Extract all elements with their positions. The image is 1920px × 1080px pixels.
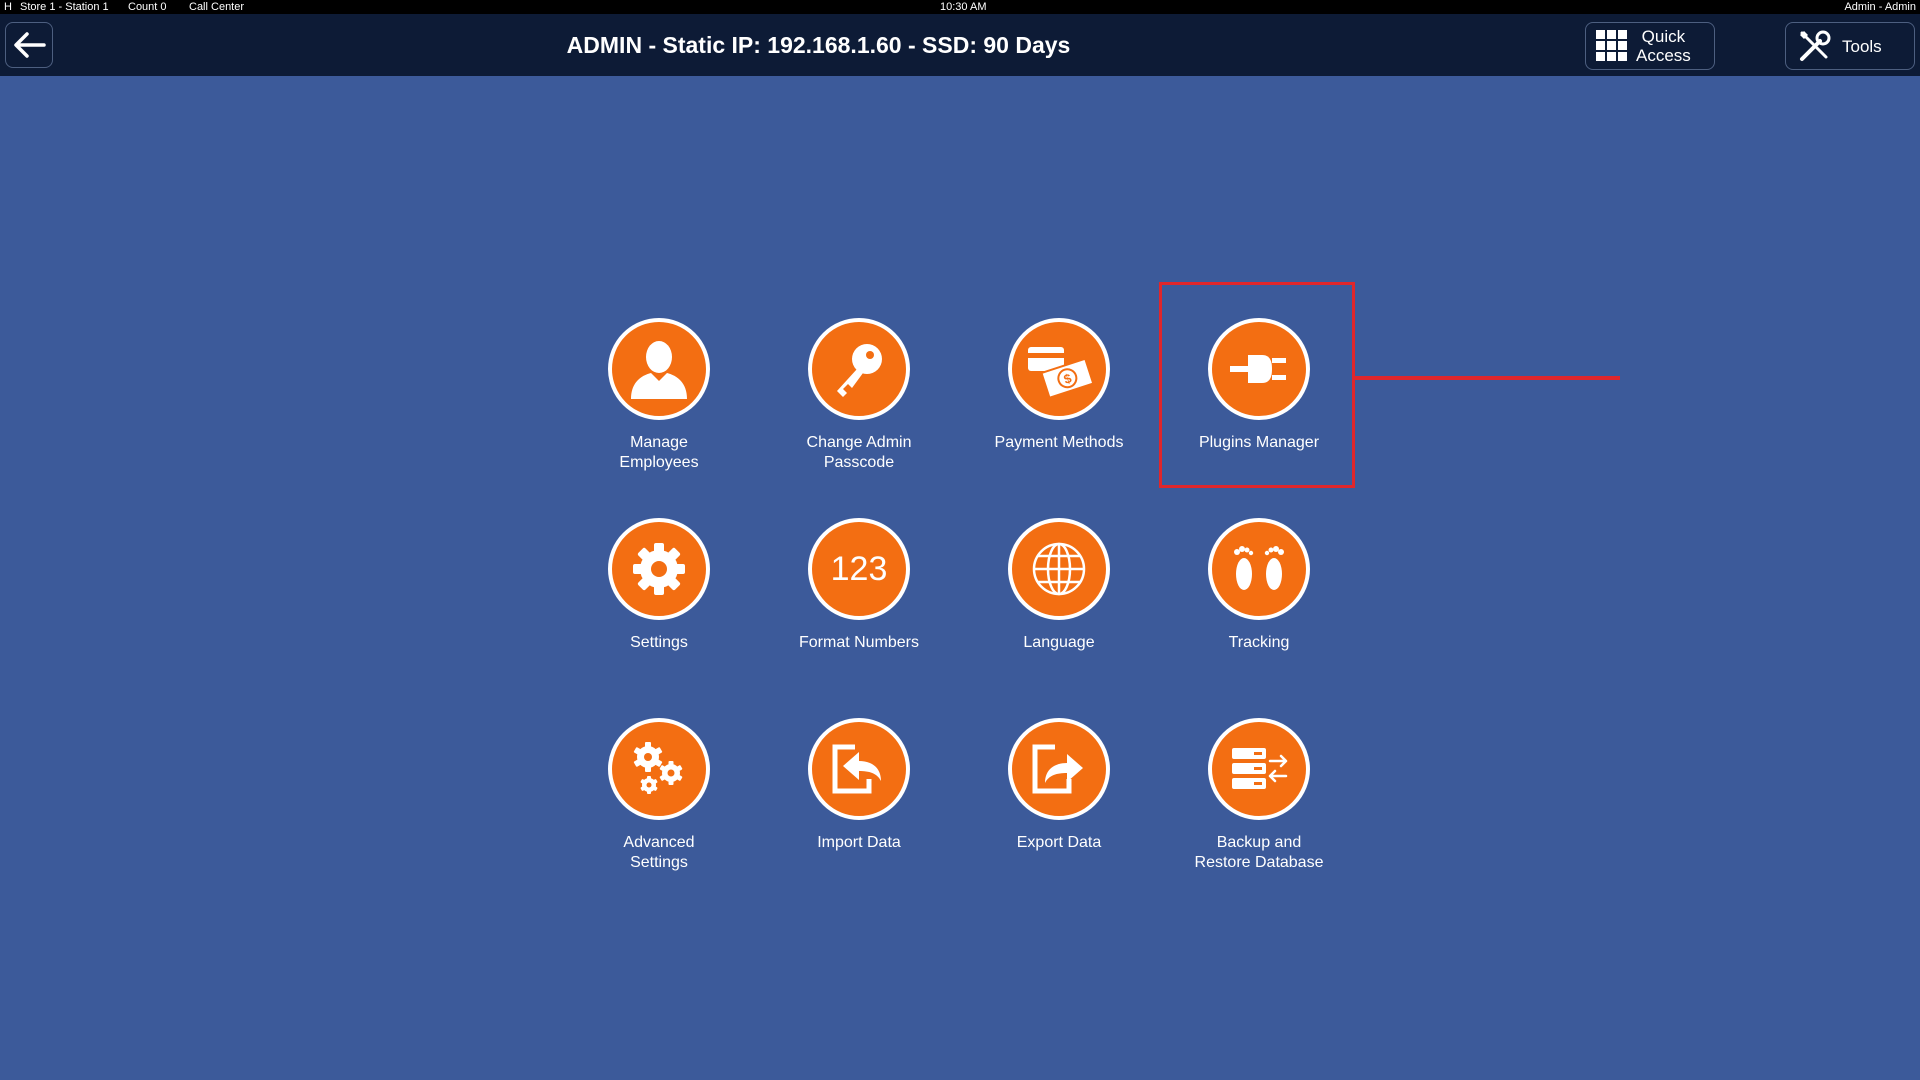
format-numbers-button[interactable]: 123: [808, 518, 910, 620]
highlight-pointer-line: [1355, 376, 1620, 380]
tile-label: Import Data: [817, 834, 901, 851]
tile-label: Settings: [630, 634, 688, 651]
globe-icon: [1032, 542, 1086, 596]
manage-employees-button[interactable]: [608, 318, 710, 420]
current-user: Admin - Admin: [1844, 1, 1916, 13]
tile-label: Tracking: [1228, 634, 1290, 651]
format-numbers-tile[interactable]: 123 Format Numbers: [769, 518, 949, 653]
tracking-button[interactable]: [1208, 518, 1310, 620]
language-button[interactable]: [1008, 518, 1110, 620]
header-bar: ADMIN - Static IP: 192.168.1.60 - SSD: 9…: [0, 14, 1920, 76]
language-tile[interactable]: Language: [969, 518, 1149, 653]
import-data-tile[interactable]: Import Data: [769, 718, 949, 853]
tile-label: Backup and Restore Database: [1194, 834, 1324, 871]
payment-icon: $: [1028, 347, 1094, 397]
quick-access-label: Quick Access: [1636, 27, 1691, 65]
import-icon: [832, 744, 881, 794]
order-count: Count 0: [128, 1, 167, 13]
backup-restore-database-button[interactable]: [1208, 718, 1310, 820]
tile-label: Export Data: [1016, 834, 1102, 851]
highlight-box: [1159, 282, 1355, 488]
advanced-settings-button[interactable]: [608, 718, 710, 820]
tile-label: Manage Employees: [619, 434, 699, 471]
page-title: ADMIN - Static IP: 192.168.1.60 - SSD: 9…: [566, 32, 1071, 58]
settings-tile[interactable]: Settings: [569, 518, 749, 653]
tools-button[interactable]: Tools: [1785, 22, 1915, 70]
payment-methods-tile[interactable]: $ Payment Methods: [969, 318, 1149, 453]
settings-button[interactable]: [608, 518, 710, 620]
gears-icon: [633, 742, 683, 794]
tile-label: Language: [1023, 634, 1095, 651]
payment-methods-button[interactable]: $: [1008, 318, 1110, 420]
tools-icon: [1800, 30, 1831, 61]
call-center-link[interactable]: Call Center: [189, 0, 244, 14]
footprints-icon: [1234, 546, 1284, 590]
export-data-tile[interactable]: Export Data: [969, 718, 1149, 853]
export-icon: [1032, 744, 1083, 794]
database-icon: [1232, 748, 1288, 789]
mode-indicator: H: [4, 1, 12, 13]
change-admin-passcode-button[interactable]: [808, 318, 910, 420]
person-icon: [631, 341, 687, 399]
export-data-button[interactable]: [1008, 718, 1110, 820]
tile-label: Change Admin Passcode: [806, 434, 912, 471]
tile-label: Payment Methods: [994, 434, 1124, 451]
manage-employees-tile[interactable]: Manage Employees: [569, 318, 749, 473]
store-station: Store 1 - Station 1: [20, 1, 109, 13]
quick-access-button[interactable]: Quick Access: [1585, 22, 1715, 70]
clock: 10:30 AM: [940, 1, 987, 13]
tools-label: Tools: [1842, 36, 1882, 56]
numbers-icon: 123: [830, 549, 888, 588]
tracking-tile[interactable]: Tracking: [1169, 518, 1349, 653]
import-data-button[interactable]: [808, 718, 910, 820]
tile-label: Format Numbers: [798, 634, 920, 651]
gear-icon: [633, 543, 685, 595]
status-strip: H Store 1 - Station 1 Count 0 Call Cente…: [0, 0, 1920, 14]
tile-label: Advanced Settings: [623, 834, 695, 871]
backup-restore-database-tile[interactable]: Backup and Restore Database: [1169, 718, 1349, 873]
advanced-settings-tile[interactable]: Advanced Settings: [569, 718, 749, 873]
change-admin-passcode-tile[interactable]: Change Admin Passcode: [769, 318, 949, 473]
key-icon: [837, 344, 882, 397]
grid-icon: [1596, 30, 1627, 61]
